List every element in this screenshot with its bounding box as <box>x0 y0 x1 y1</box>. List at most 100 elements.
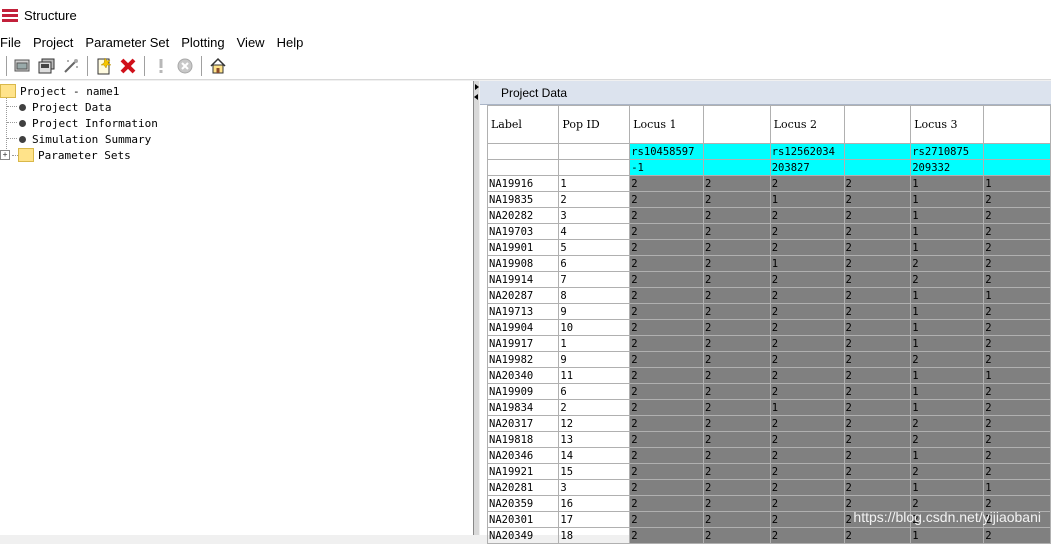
table-cell[interactable]: 2 <box>703 511 771 528</box>
table-cell[interactable] <box>703 143 771 160</box>
table-cell[interactable]: 2 <box>703 175 771 192</box>
table-cell[interactable]: 2 <box>629 495 705 512</box>
table-cell[interactable]: 1 <box>910 287 985 304</box>
table-cell[interactable]: 1 <box>983 367 1051 384</box>
delete-icon[interactable] <box>118 56 138 76</box>
table-cell[interactable]: 2 <box>629 479 705 496</box>
table-cell[interactable]: NA20340 <box>486 367 560 384</box>
table-cell[interactable]: 2 <box>703 207 771 224</box>
table-cell[interactable]: 2 <box>629 527 705 544</box>
tree-root[interactable]: Project - name1 <box>0 83 119 99</box>
table-cell[interactable]: 17 <box>558 511 631 528</box>
table-cell[interactable]: 1 <box>983 175 1051 192</box>
table-cell[interactable]: 15 <box>558 463 631 480</box>
table-cell[interactable]: 2 <box>769 463 845 480</box>
table-cell[interactable]: 9 <box>558 351 631 368</box>
table-cell[interactable]: NA19904 <box>486 319 560 336</box>
table-cell[interactable]: 14 <box>558 447 631 464</box>
table-cell[interactable]: 2 <box>843 527 912 544</box>
table-cell[interactable]: 2 <box>910 431 985 448</box>
table-cell[interactable]: 2 <box>983 351 1051 368</box>
table-cell[interactable]: 2 <box>843 175 912 192</box>
table-cell[interactable]: 2 <box>983 207 1051 224</box>
table-cell[interactable] <box>486 143 560 160</box>
table-cell[interactable]: 1 <box>769 191 845 208</box>
table-cell[interactable]: 1 <box>910 239 985 256</box>
table-cell[interactable]: 2 <box>910 271 985 288</box>
table-cell[interactable]: 2 <box>703 479 771 496</box>
table-cell[interactable]: 3 <box>558 479 631 496</box>
wizard-icon[interactable] <box>61 56 81 76</box>
table-cell[interactable]: 209332 <box>910 159 985 176</box>
stop-icon[interactable] <box>175 56 195 76</box>
table-cell[interactable]: NA19818 <box>486 431 560 448</box>
table-cell[interactable]: 10 <box>558 319 631 336</box>
table-cell[interactable]: NA19901 <box>486 239 560 256</box>
table-cell[interactable]: 13 <box>558 431 631 448</box>
table-cell[interactable]: 2 <box>629 383 705 400</box>
table-cell[interactable]: 2 <box>769 335 845 352</box>
table-cell[interactable] <box>983 159 1051 176</box>
table-cell[interactable]: 2 <box>629 287 705 304</box>
table-cell[interactable]: 6 <box>558 383 631 400</box>
table-cell[interactable]: 1 <box>910 223 985 240</box>
table-cell[interactable] <box>843 105 912 144</box>
open-project-icon[interactable] <box>13 56 33 76</box>
table-cell[interactable]: 2 <box>703 287 771 304</box>
table-cell[interactable] <box>486 159 560 176</box>
table-cell[interactable]: 2 <box>769 319 845 336</box>
table-cell[interactable]: Pop ID <box>558 105 631 144</box>
save-project-icon[interactable] <box>37 56 57 76</box>
table-cell[interactable]: 2 <box>983 319 1051 336</box>
table-cell[interactable]: 2 <box>843 415 912 432</box>
table-cell[interactable]: 2 <box>910 463 985 480</box>
table-cell[interactable]: 2 <box>769 431 845 448</box>
table-cell[interactable]: NA20281 <box>486 479 560 496</box>
table-cell[interactable]: 2 <box>769 303 845 320</box>
table-cell[interactable]: 2 <box>629 191 705 208</box>
table-cell[interactable]: 2 <box>843 319 912 336</box>
table-cell[interactable] <box>703 159 771 176</box>
table-cell[interactable]: 2 <box>703 239 771 256</box>
table-cell[interactable]: NA20349 <box>486 527 560 544</box>
table-cell[interactable]: 2 <box>983 335 1051 352</box>
table-cell[interactable]: 12 <box>558 415 631 432</box>
table-cell[interactable]: 2 <box>629 431 705 448</box>
table-cell[interactable]: 2 <box>769 383 845 400</box>
table-cell[interactable]: NA20346 <box>486 447 560 464</box>
table-cell[interactable]: NA20287 <box>486 287 560 304</box>
table-cell[interactable]: NA19914 <box>486 271 560 288</box>
table-cell[interactable]: NA19834 <box>486 399 560 416</box>
table-cell[interactable]: 2 <box>769 527 845 544</box>
table-cell[interactable]: 2 <box>769 495 845 512</box>
table-cell[interactable]: 1 <box>983 287 1051 304</box>
table-cell[interactable]: 2 <box>843 383 912 400</box>
table-cell[interactable]: 2 <box>910 351 985 368</box>
table-cell[interactable]: NA19917 <box>486 335 560 352</box>
table-cell[interactable]: 2 <box>558 399 631 416</box>
table-cell[interactable]: 2 <box>843 303 912 320</box>
table-cell[interactable] <box>703 105 771 144</box>
table-cell[interactable]: 2 <box>843 351 912 368</box>
table-cell[interactable]: Locus 2 <box>769 105 845 144</box>
table-cell[interactable]: rs10458597 <box>629 143 705 160</box>
table-cell[interactable]: 2 <box>769 351 845 368</box>
table-cell[interactable]: NA20317 <box>486 415 560 432</box>
table-cell[interactable]: rs2710875 <box>910 143 985 160</box>
table-cell[interactable]: 203827 <box>769 159 845 176</box>
table-cell[interactable]: 2 <box>703 255 771 272</box>
pane-splitter[interactable] <box>474 81 479 535</box>
table-cell[interactable]: 2 <box>843 335 912 352</box>
table-cell[interactable]: 2 <box>703 335 771 352</box>
table-cell[interactable]: Locus 3 <box>910 105 985 144</box>
table-cell[interactable]: NA19916 <box>486 175 560 192</box>
table-cell[interactable]: 2 <box>983 463 1051 480</box>
table-cell[interactable]: NA19982 <box>486 351 560 368</box>
table-cell[interactable]: 2 <box>843 399 912 416</box>
table-cell[interactable]: 2 <box>843 239 912 256</box>
menu-project[interactable]: Project <box>27 35 79 50</box>
table-cell[interactable]: NA19835 <box>486 191 560 208</box>
table-cell[interactable]: 1 <box>558 175 631 192</box>
table-cell[interactable]: 1 <box>558 335 631 352</box>
table-cell[interactable]: 2 <box>843 479 912 496</box>
